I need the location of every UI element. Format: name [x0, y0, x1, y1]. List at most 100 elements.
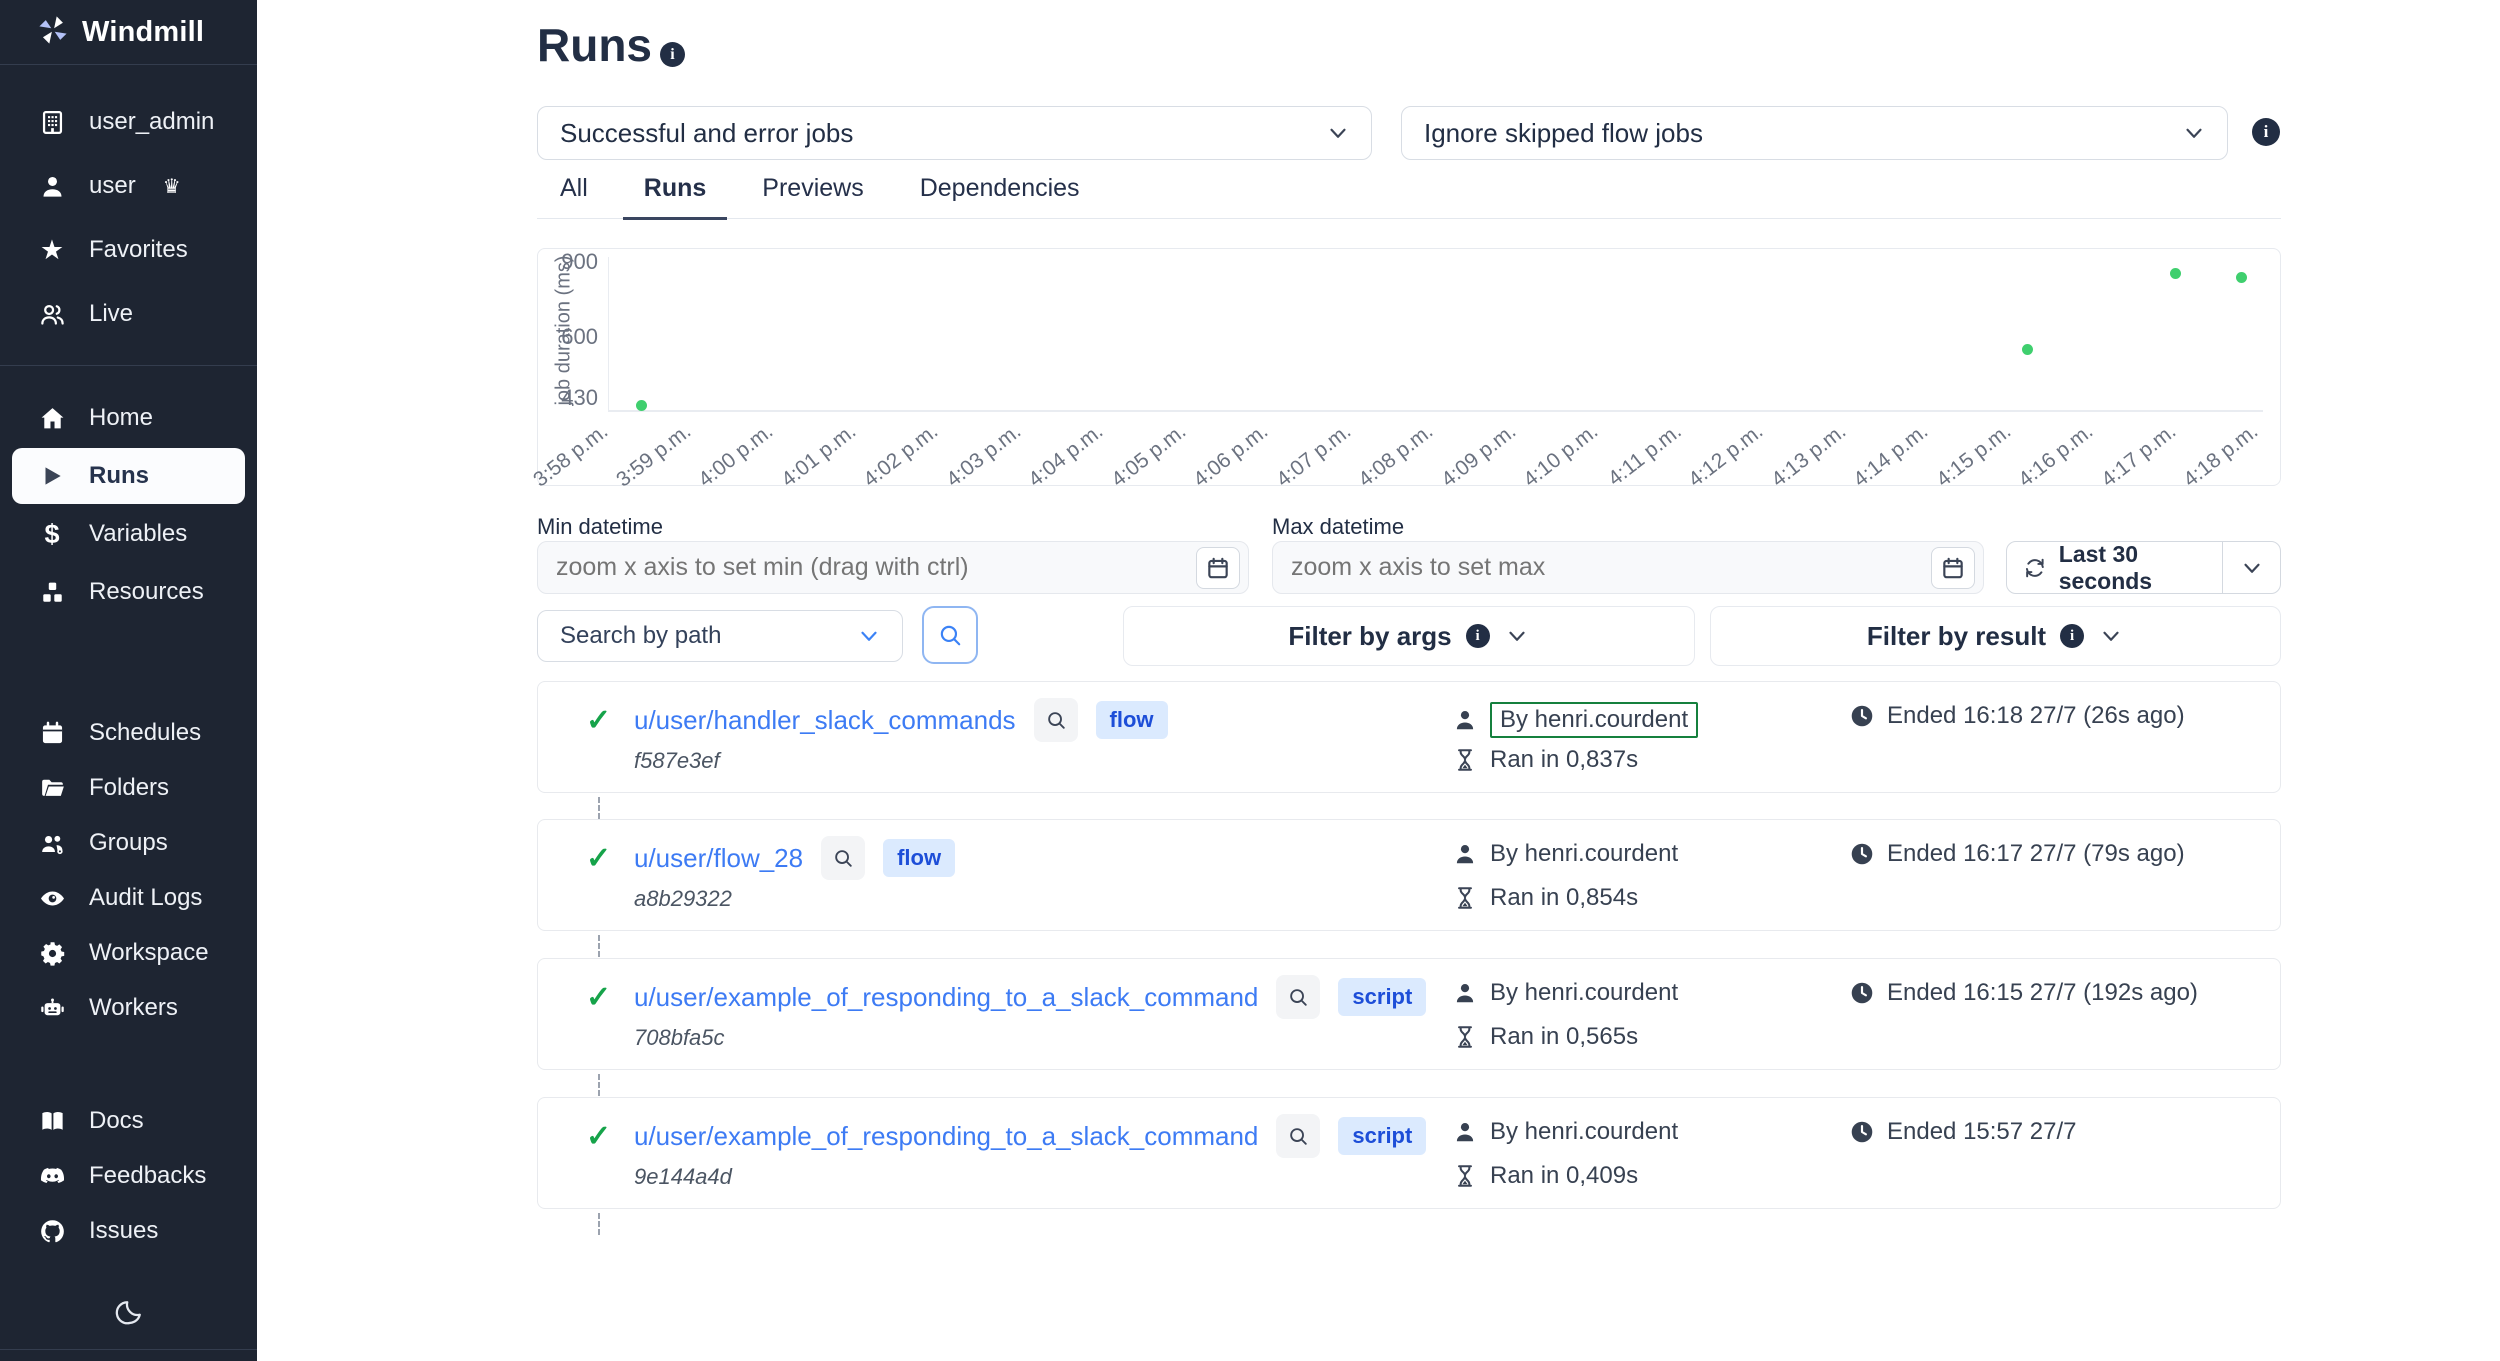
info-icon[interactable]: i: [660, 42, 685, 67]
tab-dependencies[interactable]: Dependencies: [899, 174, 1101, 218]
max-datetime-label: Max datetime: [1272, 514, 1404, 540]
run-id: 708bfa5c: [634, 1025, 725, 1051]
run-path-link[interactable]: u/user/flow_28: [634, 843, 803, 874]
sidebar-item-variables[interactable]: $ Variables: [0, 506, 257, 562]
run-detail-button[interactable]: [821, 836, 865, 880]
chart-x-tick: 4:09 p.m.: [1437, 420, 1521, 493]
timeline-connector: [598, 797, 600, 819]
tab-previews[interactable]: Previews: [741, 174, 884, 218]
search-button[interactable]: [922, 606, 978, 664]
sidebar-item-feedbacks[interactable]: Feedbacks: [0, 1149, 257, 1203]
run-id: 9e144a4d: [634, 1164, 732, 1190]
filter-by-result-label: Filter by result: [1867, 621, 2046, 652]
discord-icon: [36, 1163, 68, 1190]
run-id: f587e3ef: [634, 748, 720, 774]
sidebar-item-schedules[interactable]: Schedules: [0, 706, 257, 760]
job-status-filter-select[interactable]: Successful and error jobs: [537, 106, 1372, 160]
home-icon: [36, 405, 68, 432]
sidebar-item-label: Schedules: [89, 719, 201, 747]
chart-x-tick: 4:08 p.m.: [1355, 420, 1439, 493]
chart-data-point[interactable]: [2022, 344, 2033, 355]
sidebar-item-issues[interactable]: Issues: [0, 1204, 257, 1258]
windmill-runs-page: Windmill user_admin user ♛ ★ Favorites: [0, 0, 2500, 1361]
run-path-link[interactable]: u/user/example_of_responding_to_a_slack_…: [634, 1121, 1258, 1152]
run-path-link[interactable]: u/user/example_of_responding_to_a_slack_…: [634, 982, 1258, 1013]
max-datetime-field: [1272, 541, 1984, 594]
timeline-connector: [598, 1074, 600, 1096]
sidebar-item-live[interactable]: Live: [0, 286, 257, 342]
hourglass-icon: [1452, 1163, 1478, 1189]
run-duration: Ran in 0,837s: [1490, 746, 1638, 774]
time-range-chevron[interactable]: [2223, 555, 2280, 581]
run-row[interactable]: ✓ u/user/example_of_responding_to_a_slac…: [537, 958, 2281, 1070]
run-by: By henri.courdent: [1490, 702, 1698, 738]
runs-chart[interactable]: job duration (ms) 9006004303:58 p.m.3:59…: [537, 248, 2281, 486]
chart-data-point[interactable]: [2170, 268, 2181, 279]
magnifier-icon: [1287, 986, 1309, 1008]
run-by: By henri.courdent: [1490, 840, 1678, 868]
chart-x-tick: 4:06 p.m.: [1190, 420, 1274, 493]
sidebar-item-audit-logs[interactable]: Audit Logs: [0, 871, 257, 925]
max-datetime-calendar-button[interactable]: [1931, 547, 1975, 589]
filter-by-result-button[interactable]: Filter by result i: [1710, 606, 2281, 666]
sidebar-item-resources[interactable]: Resources: [0, 564, 257, 620]
sidebar-item-groups[interactable]: Groups: [0, 816, 257, 870]
run-by: By henri.courdent: [1490, 1118, 1678, 1146]
hourglass-icon: [1452, 885, 1478, 911]
run-row[interactable]: ✓ u/user/handler_slack_commands flow f58…: [537, 681, 2281, 793]
sidebar-item-label: Runs: [89, 462, 149, 490]
run-row[interactable]: ✓ u/user/flow_28 flow a8b29322 By henri.…: [537, 819, 2281, 931]
run-row[interactable]: ✓ u/user/example_of_responding_to_a_slac…: [537, 1097, 2281, 1209]
sidebar-item-workspace[interactable]: Workspace: [0, 926, 257, 980]
chart-x-tick: 4:03 p.m.: [942, 420, 1026, 493]
chart-y-tick: 900: [546, 249, 598, 275]
sidebar-item-docs[interactable]: Docs: [0, 1094, 257, 1148]
max-datetime-input[interactable]: [1291, 553, 1931, 582]
collapse-sidebar-button[interactable]: [0, 1350, 257, 1361]
time-range-button[interactable]: Last 30 seconds: [2006, 541, 2281, 594]
tab-runs[interactable]: Runs: [623, 174, 728, 220]
run-ended: Ended 16:18 27/7 (26s ago): [1887, 702, 2185, 730]
chart-x-axis-line: [608, 410, 2263, 412]
chart-data-point[interactable]: [2236, 272, 2247, 283]
tab-all[interactable]: All: [537, 174, 609, 218]
run-kind-badge: flow: [1096, 701, 1168, 739]
sidebar-item-user[interactable]: user ♛: [0, 158, 257, 214]
run-path-link[interactable]: u/user/handler_slack_commands: [634, 705, 1016, 736]
sidebar-item-runs[interactable]: Runs: [12, 448, 245, 504]
workspace-logo[interactable]: Windmill: [0, 0, 257, 64]
run-detail-button[interactable]: [1034, 698, 1078, 742]
sidebar-item-label: Variables: [89, 520, 187, 548]
min-datetime-input[interactable]: [556, 553, 1196, 582]
run-detail-button[interactable]: [1276, 975, 1320, 1019]
filter-by-args-button[interactable]: Filter by args i: [1123, 606, 1695, 666]
skipped-flow-filter-select[interactable]: Ignore skipped flow jobs: [1401, 106, 2228, 160]
sidebar-item-label: Resources: [89, 578, 204, 606]
theme-toggle[interactable]: [0, 1293, 257, 1337]
sidebar-item-user-admin[interactable]: user_admin: [0, 94, 257, 150]
check-icon: ✓: [586, 980, 616, 1015]
moon-icon: [114, 1298, 144, 1333]
run-kind-tabs: All Runs Previews Dependencies: [537, 174, 2281, 219]
search-by-path-select[interactable]: Search by path: [537, 610, 903, 662]
run-detail-button[interactable]: [1276, 1114, 1320, 1158]
run-id: a8b29322: [634, 886, 732, 912]
sidebar-item-favorites[interactable]: ★ Favorites: [0, 222, 257, 278]
play-icon: [36, 463, 68, 489]
sidebar-item-home[interactable]: Home: [0, 390, 257, 446]
job-status-filter-value: Successful and error jobs: [560, 118, 1325, 149]
book-icon: [36, 1108, 68, 1135]
hourglass-icon: [1452, 1024, 1478, 1050]
chart-x-tick: 4:18 p.m.: [2180, 420, 2264, 493]
sidebar-item-workers[interactable]: Workers: [0, 981, 257, 1035]
chart-data-point[interactable]: [636, 400, 647, 411]
min-datetime-calendar-button[interactable]: [1196, 547, 1240, 589]
users-icon: [36, 301, 68, 328]
chart-x-tick: 4:00 p.m.: [695, 420, 779, 493]
info-icon[interactable]: i: [2252, 118, 2280, 146]
search-icon: [937, 622, 963, 648]
sidebar-item-folders[interactable]: Folders: [0, 761, 257, 815]
chart-x-tick: 4:05 p.m.: [1107, 420, 1191, 493]
skipped-flow-filter-value: Ignore skipped flow jobs: [1424, 118, 2181, 149]
min-datetime-label: Min datetime: [537, 514, 663, 540]
